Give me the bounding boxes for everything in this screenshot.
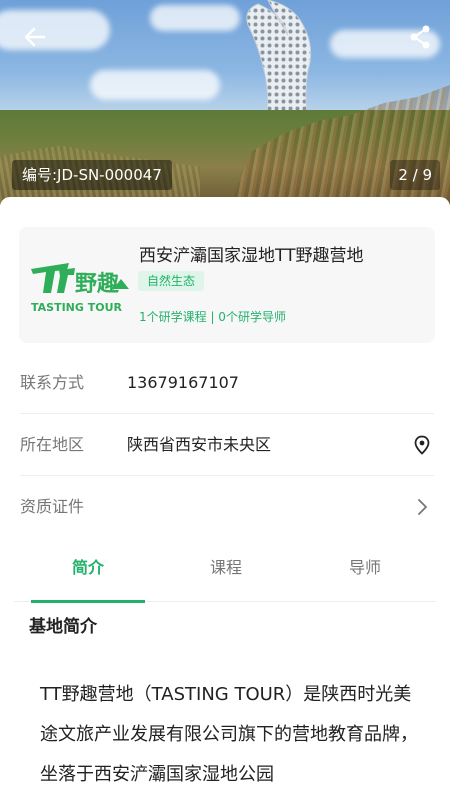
tab-courses[interactable]: 课程 xyxy=(169,542,283,602)
base-name: 西安浐灞国家湿地TT野趣营地 xyxy=(139,246,364,266)
base-info-card[interactable]: 野趣 TASTING TOUR 西安浐灞国家湿地TT野趣营地 自然生态 1个研学… xyxy=(19,227,435,343)
tab-bar: 简介 课程 导师 xyxy=(14,542,436,603)
observation-tower xyxy=(246,0,312,123)
chevron-right-icon[interactable] xyxy=(412,497,432,517)
active-tab-indicator xyxy=(31,600,145,603)
tasting-tour-logo: 野趣 TASTING TOUR xyxy=(31,263,129,314)
intro-body-text: TT野趣营地（TASTING TOUR）是陕西时光美途文旅产业发展有限公司旗下的… xyxy=(40,684,418,785)
detail-sheet: 野趣 TASTING TOUR 西安浐灞国家湿地TT野趣营地 自然生态 1个研学… xyxy=(0,197,450,800)
tab-mentors[interactable]: 导师 xyxy=(308,542,422,602)
region-row[interactable]: 所在地区 陕西省西安市未央区 xyxy=(20,414,434,476)
cloud xyxy=(0,10,110,50)
course-mentor-count: 1个研学课程 | 0个研学导师 xyxy=(139,310,286,324)
tab-intro[interactable]: 简介 xyxy=(31,542,145,603)
cloud xyxy=(90,70,220,100)
category-tag: 自然生态 xyxy=(138,271,205,291)
base-code-badge: 编号:JD-SN-000047 xyxy=(12,160,172,190)
image-page-counter: 2 / 9 xyxy=(390,160,440,190)
certificate-label: 资质证件 xyxy=(20,497,85,516)
share-icon[interactable] xyxy=(408,24,432,50)
tab-mentors-label: 导师 xyxy=(348,558,381,577)
intro-section-title: 基地简介 xyxy=(29,617,97,637)
logo-subtext: TASTING TOUR xyxy=(31,301,123,314)
certificate-row[interactable]: 资质证件 xyxy=(20,476,434,538)
tab-intro-label: 简介 xyxy=(71,558,104,577)
contact-phone[interactable]: 13679167107 xyxy=(127,352,239,414)
location-pin-icon[interactable] xyxy=(412,435,432,455)
tab-courses-label: 课程 xyxy=(209,558,242,577)
cloud xyxy=(150,5,240,31)
contact-row[interactable]: 联系方式 13679167107 xyxy=(20,352,434,414)
region-label: 所在地区 xyxy=(20,435,85,454)
logo-text: 野趣 xyxy=(75,271,119,297)
arrow-left-icon[interactable] xyxy=(22,24,48,50)
contact-label: 联系方式 xyxy=(20,373,85,392)
hero-image[interactable]: 编号:JD-SN-000047 2 / 9 xyxy=(0,0,450,205)
region-value: 陕西省西安市未央区 xyxy=(127,435,272,454)
